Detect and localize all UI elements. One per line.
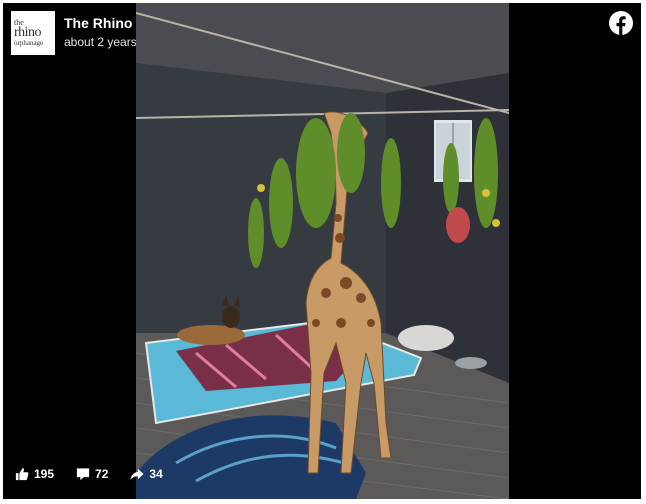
- page-avatar[interactable]: the rhino orphanage: [11, 11, 55, 55]
- share-count-button[interactable]: 34: [130, 467, 163, 481]
- thumbs-up-icon: [15, 468, 29, 481]
- comment-bubble-icon: [76, 468, 90, 481]
- post-photo[interactable]: [136, 3, 509, 499]
- facebook-video-embed: the rhino orphanage The Rhino Orphanage …: [3, 3, 641, 499]
- facebook-logo-icon[interactable]: [609, 11, 633, 35]
- like-count-button[interactable]: 195: [15, 467, 54, 481]
- logo-text-line2: rhino: [14, 25, 42, 40]
- share-count: 34: [149, 467, 163, 481]
- comment-count-button[interactable]: 72: [76, 467, 108, 481]
- like-count: 195: [34, 467, 55, 481]
- share-arrow-icon: [130, 468, 144, 480]
- post-stats-bar: 195 72 34: [15, 467, 163, 481]
- giraffe-photo-illustration: [136, 3, 509, 499]
- logo-text-line3: orphanage: [14, 39, 44, 47]
- comment-count: 72: [95, 467, 109, 481]
